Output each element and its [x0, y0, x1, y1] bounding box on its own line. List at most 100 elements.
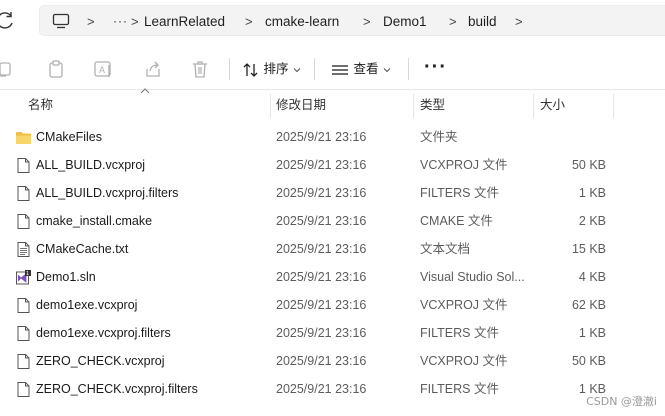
file-icon: [17, 326, 30, 341]
refresh-icon[interactable]: [0, 10, 16, 32]
sort-button[interactable]: 排序: [242, 56, 302, 82]
column-header-size[interactable]: 大小: [540, 91, 565, 119]
file-icon: [17, 382, 30, 397]
file-size: 50 KB: [571, 354, 606, 368]
toolbar-divider: [314, 58, 315, 80]
file-type: CMAKE 文件: [420, 214, 493, 228]
file-icon: [17, 214, 30, 229]
chevron-down-icon: [293, 67, 301, 72]
file-row[interactable]: 1 Demo1.sln 2025/9/21 23:16 Visual Studi…: [0, 263, 665, 291]
file-name: CMakeCache.txt: [36, 242, 129, 256]
file-icon: [17, 186, 30, 201]
file-row[interactable]: demo1exe.vcxproj.filters 2025/9/21 23:16…: [0, 319, 665, 347]
paste-icon[interactable]: [45, 58, 67, 80]
svg-text:A: A: [99, 65, 105, 75]
chevron-right-icon: >: [131, 14, 139, 29]
file-name: demo1exe.vcxproj: [36, 298, 138, 312]
chevron-down-icon: [383, 67, 391, 72]
file-icon: [17, 298, 30, 313]
file-row[interactable]: CMakeFiles 2025/9/21 23:16 文件夹: [0, 123, 665, 151]
column-divider[interactable]: [613, 94, 614, 118]
address-bar-area: > ··· > LearnRelated > cmake-learn > Dem…: [0, 0, 665, 44]
file-date: 2025/9/21 23:16: [276, 326, 367, 340]
file-type: 文件夹: [420, 130, 458, 144]
file-name: Demo1.sln: [36, 270, 96, 284]
file-type: Visual Studio Sol...: [420, 270, 525, 284]
column-divider[interactable]: [533, 94, 534, 118]
copy-icon[interactable]: [0, 58, 15, 80]
file-name: CMakeFiles: [36, 130, 102, 144]
file-name: ZERO_CHECK.vcxproj: [36, 354, 165, 368]
file-size: 62 KB: [571, 298, 606, 312]
file-type: VCXPROJ 文件: [420, 158, 508, 172]
this-pc-icon[interactable]: [52, 13, 70, 29]
file-row[interactable]: ZERO_CHECK.vcxproj.filters 2025/9/21 23:…: [0, 375, 665, 403]
toolbar-divider: [229, 58, 230, 80]
address-bar[interactable]: > ··· > LearnRelated > cmake-learn > Dem…: [39, 5, 665, 36]
file-size: 4 KB: [578, 270, 606, 284]
breadcrumb-item-demo1[interactable]: Demo1: [383, 6, 427, 37]
command-bar: A 排序 查看 ···: [0, 48, 665, 90]
file-row[interactable]: CMakeCache.txt 2025/9/21 23:16 文本文档 15 K…: [0, 235, 665, 263]
file-icon: [17, 354, 30, 369]
text-file-icon: [17, 242, 30, 257]
chevron-right-icon: >: [245, 14, 253, 29]
file-row[interactable]: ALL_BUILD.vcxproj 2025/9/21 23:16 VCXPRO…: [0, 151, 665, 179]
rename-icon[interactable]: A: [92, 58, 114, 80]
breadcrumb-item-learnrelated[interactable]: LearnRelated: [144, 6, 225, 37]
file-name: cmake_install.cmake: [36, 214, 153, 228]
column-divider[interactable]: [413, 94, 414, 118]
file-row[interactable]: cmake_install.cmake 2025/9/21 23:16 CMAK…: [0, 207, 665, 235]
more-options-button[interactable]: ···: [424, 56, 447, 82]
chevron-right-icon: >: [363, 14, 371, 29]
file-date: 2025/9/21 23:16: [276, 214, 367, 228]
file-size: 15 KB: [571, 242, 606, 256]
breadcrumb-item-cmake-learn[interactable]: cmake-learn: [265, 6, 339, 37]
file-date: 2025/9/21 23:16: [276, 270, 367, 284]
column-header-row: 名称 修改日期 类型 大小: [0, 91, 665, 119]
column-divider[interactable]: [270, 94, 271, 118]
file-name: ZERO_CHECK.vcxproj.filters: [36, 382, 198, 396]
file-date: 2025/9/21 23:16: [276, 298, 367, 312]
file-name: demo1exe.vcxproj.filters: [36, 326, 171, 340]
file-date: 2025/9/21 23:16: [276, 382, 367, 396]
file-date: 2025/9/21 23:16: [276, 354, 367, 368]
share-icon[interactable]: [142, 58, 164, 80]
file-size: 1 KB: [578, 186, 606, 200]
file-type: VCXPROJ 文件: [420, 354, 508, 368]
column-header-name[interactable]: 名称: [28, 91, 53, 119]
svg-text:1: 1: [26, 271, 29, 277]
file-name: ALL_BUILD.vcxproj: [36, 158, 146, 172]
file-type: FILTERS 文件: [420, 382, 499, 396]
file-type: 文本文档: [420, 242, 471, 256]
file-date: 2025/9/21 23:16: [276, 130, 367, 144]
view-label: 查看: [353, 62, 379, 76]
file-type: VCXPROJ 文件: [420, 298, 508, 312]
column-header-date[interactable]: 修改日期: [276, 91, 326, 119]
file-size: 1 KB: [578, 326, 606, 340]
delete-icon[interactable]: [189, 58, 211, 80]
sort-icon: [243, 62, 258, 77]
chevron-right-icon: >: [515, 14, 523, 29]
view-button[interactable]: 查看: [330, 56, 392, 82]
file-date: 2025/9/21 23:16: [276, 158, 367, 172]
file-date: 2025/9/21 23:16: [276, 186, 367, 200]
sort-label: 排序: [263, 62, 289, 76]
file-date: 2025/9/21 23:16: [276, 242, 367, 256]
chevron-right-icon: >: [449, 14, 457, 29]
breadcrumb-overflow[interactable]: ···: [113, 6, 128, 37]
file-name: ALL_BUILD.vcxproj.filters: [36, 186, 179, 200]
file-row[interactable]: ALL_BUILD.vcxproj.filters 2025/9/21 23:1…: [0, 179, 665, 207]
breadcrumb-item-build[interactable]: build: [468, 6, 497, 37]
folder-icon: [16, 132, 31, 144]
view-list-icon: [332, 65, 348, 75]
file-type: FILTERS 文件: [420, 326, 499, 340]
file-size: 2 KB: [578, 214, 606, 228]
file-size: 50 KB: [571, 158, 606, 172]
column-header-type[interactable]: 类型: [420, 91, 445, 119]
watermark: CSDN @澄澈i: [586, 395, 657, 408]
file-row[interactable]: demo1exe.vcxproj 2025/9/21 23:16 VCXPROJ…: [0, 291, 665, 319]
file-row[interactable]: ZERO_CHECK.vcxproj 2025/9/21 23:16 VCXPR…: [0, 347, 665, 375]
file-icon: [17, 158, 30, 173]
toolbar-divider: [408, 58, 409, 80]
